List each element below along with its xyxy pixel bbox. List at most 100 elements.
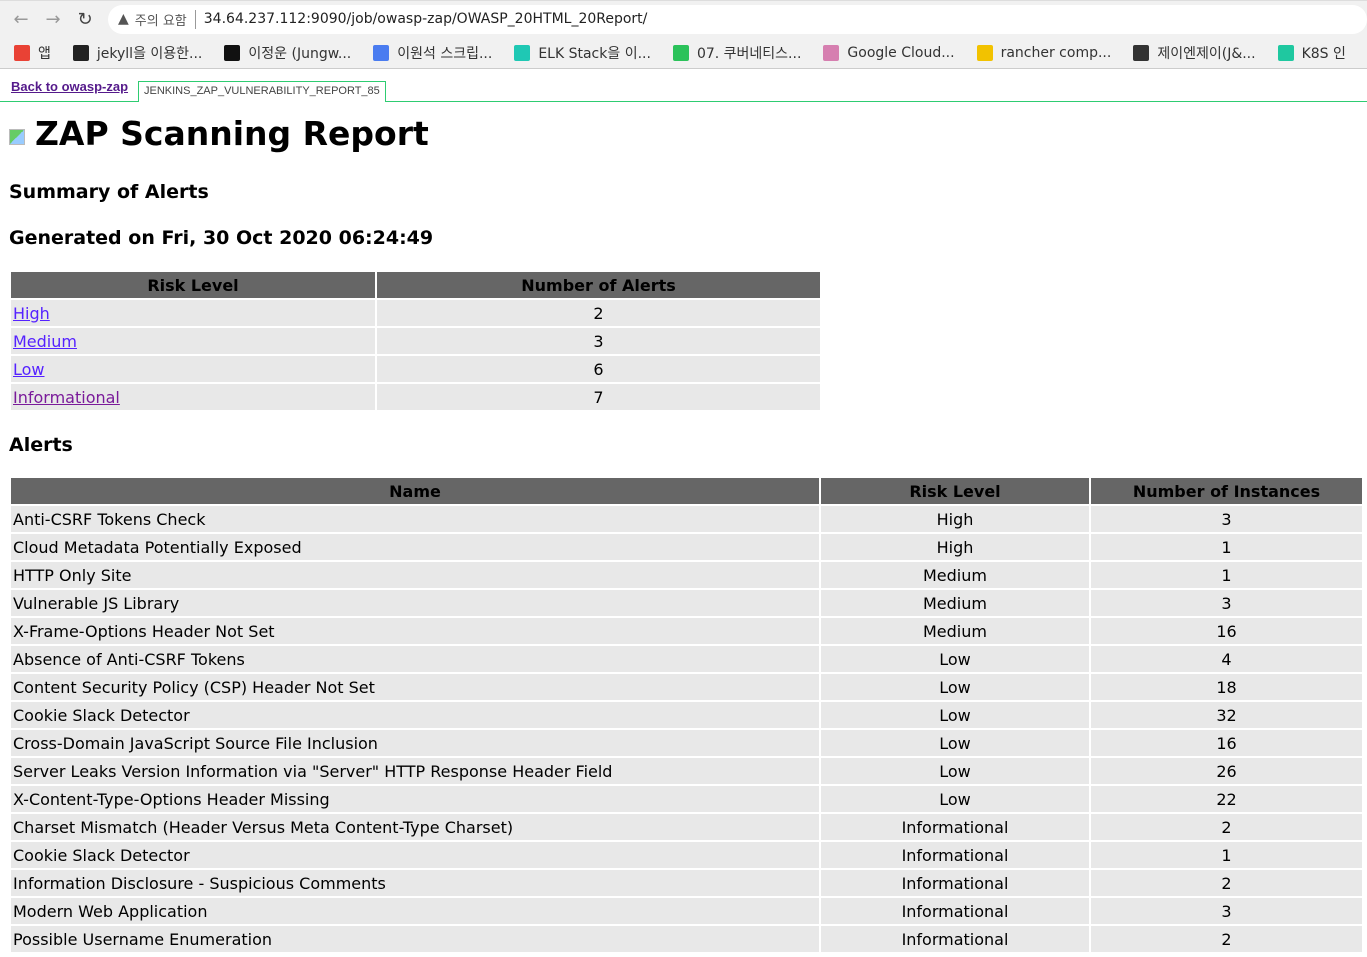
bookmark-label: 07. 쿠버네티스... (696, 45, 802, 62)
bookmark-item[interactable]: K8S 인 (1277, 43, 1346, 63)
alert-name-cell[interactable]: Possible Username Enumeration (11, 926, 819, 952)
back-arrow-icon[interactable]: ← (12, 9, 30, 30)
col-risk-level: Risk Level (821, 478, 1089, 504)
alert-row: X-Frame-Options Header Not Set Medium 16 (11, 618, 1362, 644)
alert-risk-cell: Low (821, 758, 1089, 784)
alert-name-cell[interactable]: Information Disclosure - Suspicious Comm… (11, 870, 819, 896)
alert-row: HTTP Only Site Medium 1 (11, 562, 1362, 588)
bookmarks-bar: 앱 jekyll을 이용한... 이정운 (Jungw... 이원석 스크립... EL… (0, 37, 1367, 69)
bookmark-label: 앱 (38, 45, 51, 62)
bookmark-item[interactable]: 이정운 (Jungw... (224, 43, 351, 63)
risk-level-link[interactable]: High (13, 304, 50, 323)
generated-date: Generated on Fri, 30 Oct 2020 06:24:49 (9, 227, 434, 249)
alert-row: Anti-CSRF Tokens Check High 3 (11, 506, 1362, 532)
alert-count-cell: 7 (377, 384, 820, 410)
alert-name-cell[interactable]: HTTP Only Site (11, 562, 819, 588)
bookmark-favicon-icon (224, 44, 241, 61)
alert-risk-cell: Low (821, 674, 1089, 700)
risk-level-link[interactable]: Informational (13, 388, 120, 407)
alert-instances-cell: 16 (1091, 618, 1362, 644)
jenkins-topbar: Back to owasp-zap JENKINS_ZAP_VULNERABIL… (0, 76, 1367, 102)
alert-instances-cell: 2 (1091, 926, 1362, 952)
alert-row: Possible Username Enumeration Information… (11, 926, 1362, 952)
alert-row: Information Disclosure - Suspicious Comm… (11, 870, 1362, 896)
bookmark-item[interactable]: jekyll을 이용한... (72, 43, 203, 63)
alert-name-cell[interactable]: Anti-CSRF Tokens Check (11, 506, 819, 532)
reload-icon[interactable]: ↻ (76, 9, 94, 30)
bookmark-favicon-icon (72, 44, 89, 61)
alert-name-cell[interactable]: Content Security Policy (CSP) Header Not… (11, 674, 819, 700)
address-bar[interactable]: ▲ 주의 요함 34.64.237.112:9090/job/owasp-zap… (108, 4, 1367, 34)
risk-level-link[interactable]: Medium (13, 332, 77, 351)
bookmark-item[interactable]: 이원석 스크립... (373, 43, 492, 63)
alert-instances-cell: 3 (1091, 590, 1362, 616)
alert-row: Vulnerable JS Library Medium 3 (11, 590, 1362, 616)
bookmark-favicon-icon (514, 44, 531, 61)
col-risk-level: Risk Level (11, 272, 375, 298)
bookmark-item[interactable]: rancher comp... (976, 44, 1111, 61)
alert-instances-cell: 3 (1091, 506, 1362, 532)
alert-instances-cell: 2 (1091, 870, 1362, 896)
risk-level-cell: High (11, 300, 375, 326)
alert-row: Server Leaks Version Information via "Se… (11, 758, 1362, 784)
summary-table: Risk Level Number of Alerts High 2 Medium 3… (9, 270, 822, 412)
report-tab[interactable]: JENKINS_ZAP_VULNERABILITY_REPORT_85 (138, 81, 386, 102)
col-number-of-alerts: Number of Alerts (377, 272, 820, 298)
alert-name-cell[interactable]: X-Frame-Options Header Not Set (11, 618, 819, 644)
alert-count-cell: 6 (377, 356, 820, 382)
warning-icon: ▲ (118, 11, 129, 27)
bookmark-label: Google Cloud... (847, 44, 955, 61)
summary-row: Informational 7 (11, 384, 820, 410)
alert-name-cell[interactable]: Charset Mismatch (Header Versus Meta Con… (11, 814, 819, 840)
alert-row: Cloud Metadata Potentially Exposed High 1 (11, 534, 1362, 560)
alert-risk-cell: Low (821, 646, 1089, 672)
bookmark-favicon-icon (373, 44, 390, 61)
alert-count-cell: 3 (377, 328, 820, 354)
alert-name-cell[interactable]: Cross-Domain JavaScript Source File Incl… (11, 730, 819, 756)
risk-level-cell: Medium (11, 328, 375, 354)
alert-name-cell[interactable]: Cloud Metadata Potentially Exposed (11, 534, 819, 560)
security-label: 주의 요함 (135, 9, 196, 29)
alert-instances-cell: 26 (1091, 758, 1362, 784)
alert-instances-cell: 16 (1091, 730, 1362, 756)
bookmark-favicon-icon (14, 44, 30, 61)
alert-risk-cell: Medium (821, 618, 1089, 644)
alert-name-cell[interactable]: Cookie Slack Detector (11, 702, 819, 728)
alert-risk-cell: Informational (821, 842, 1089, 868)
title-text: ZAP Scanning Report (35, 114, 429, 153)
alert-instances-cell: 1 (1091, 842, 1362, 868)
alert-name-cell[interactable]: X-Content-Type-Options Header Missing (11, 786, 819, 812)
alert-row: Cross-Domain JavaScript Source File Incl… (11, 730, 1362, 756)
risk-level-cell: Informational (11, 384, 375, 410)
back-to-owasp-zap-link[interactable]: Back to owasp-zap (11, 79, 128, 94)
alert-instances-cell: 1 (1091, 562, 1362, 588)
alert-risk-cell: High (821, 506, 1089, 532)
alert-name-cell[interactable]: Cookie Slack Detector (11, 842, 819, 868)
bookmark-item[interactable]: ELK Stack을 이... (514, 43, 651, 63)
alert-instances-cell: 3 (1091, 898, 1362, 924)
alert-name-cell[interactable]: Server Leaks Version Information via "Se… (11, 758, 819, 784)
alert-name-cell[interactable]: Absence of Anti-CSRF Tokens (11, 646, 819, 672)
bookmark-favicon-icon (672, 44, 689, 61)
alert-name-cell[interactable]: Modern Web Application (11, 898, 819, 924)
url-text[interactable]: 34.64.237.112:9090/job/owasp-zap/OWASP_2… (204, 11, 648, 27)
col-name: Name (11, 478, 819, 504)
bookmark-label: jekyll을 이용한... (96, 45, 203, 62)
alert-risk-cell: Low (821, 730, 1089, 756)
alert-name-cell[interactable]: Vulnerable JS Library (11, 590, 819, 616)
bookmark-favicon-icon (823, 44, 840, 61)
alert-row: Absence of Anti-CSRF Tokens Low 4 (11, 646, 1362, 672)
bookmark-label: 제이엔제이(J&... (1157, 45, 1256, 62)
summary-row: High 2 (11, 300, 820, 326)
risk-level-link[interactable]: Low (13, 360, 45, 379)
zap-logo-icon (9, 128, 25, 145)
risk-level-cell: Low (11, 356, 375, 382)
bookmark-item[interactable]: 앱 (14, 43, 51, 63)
forward-arrow-icon[interactable]: → (44, 9, 62, 30)
bookmark-label: 이원석 스크립... (397, 45, 493, 62)
alert-risk-cell: Informational (821, 926, 1089, 952)
bookmark-item[interactable]: 07. 쿠버네티스... (672, 43, 802, 63)
bookmark-item[interactable]: Google Cloud... (823, 44, 955, 61)
bookmark-item[interactable]: 제이엔제이(J&... (1133, 43, 1256, 63)
alert-instances-cell: 2 (1091, 814, 1362, 840)
